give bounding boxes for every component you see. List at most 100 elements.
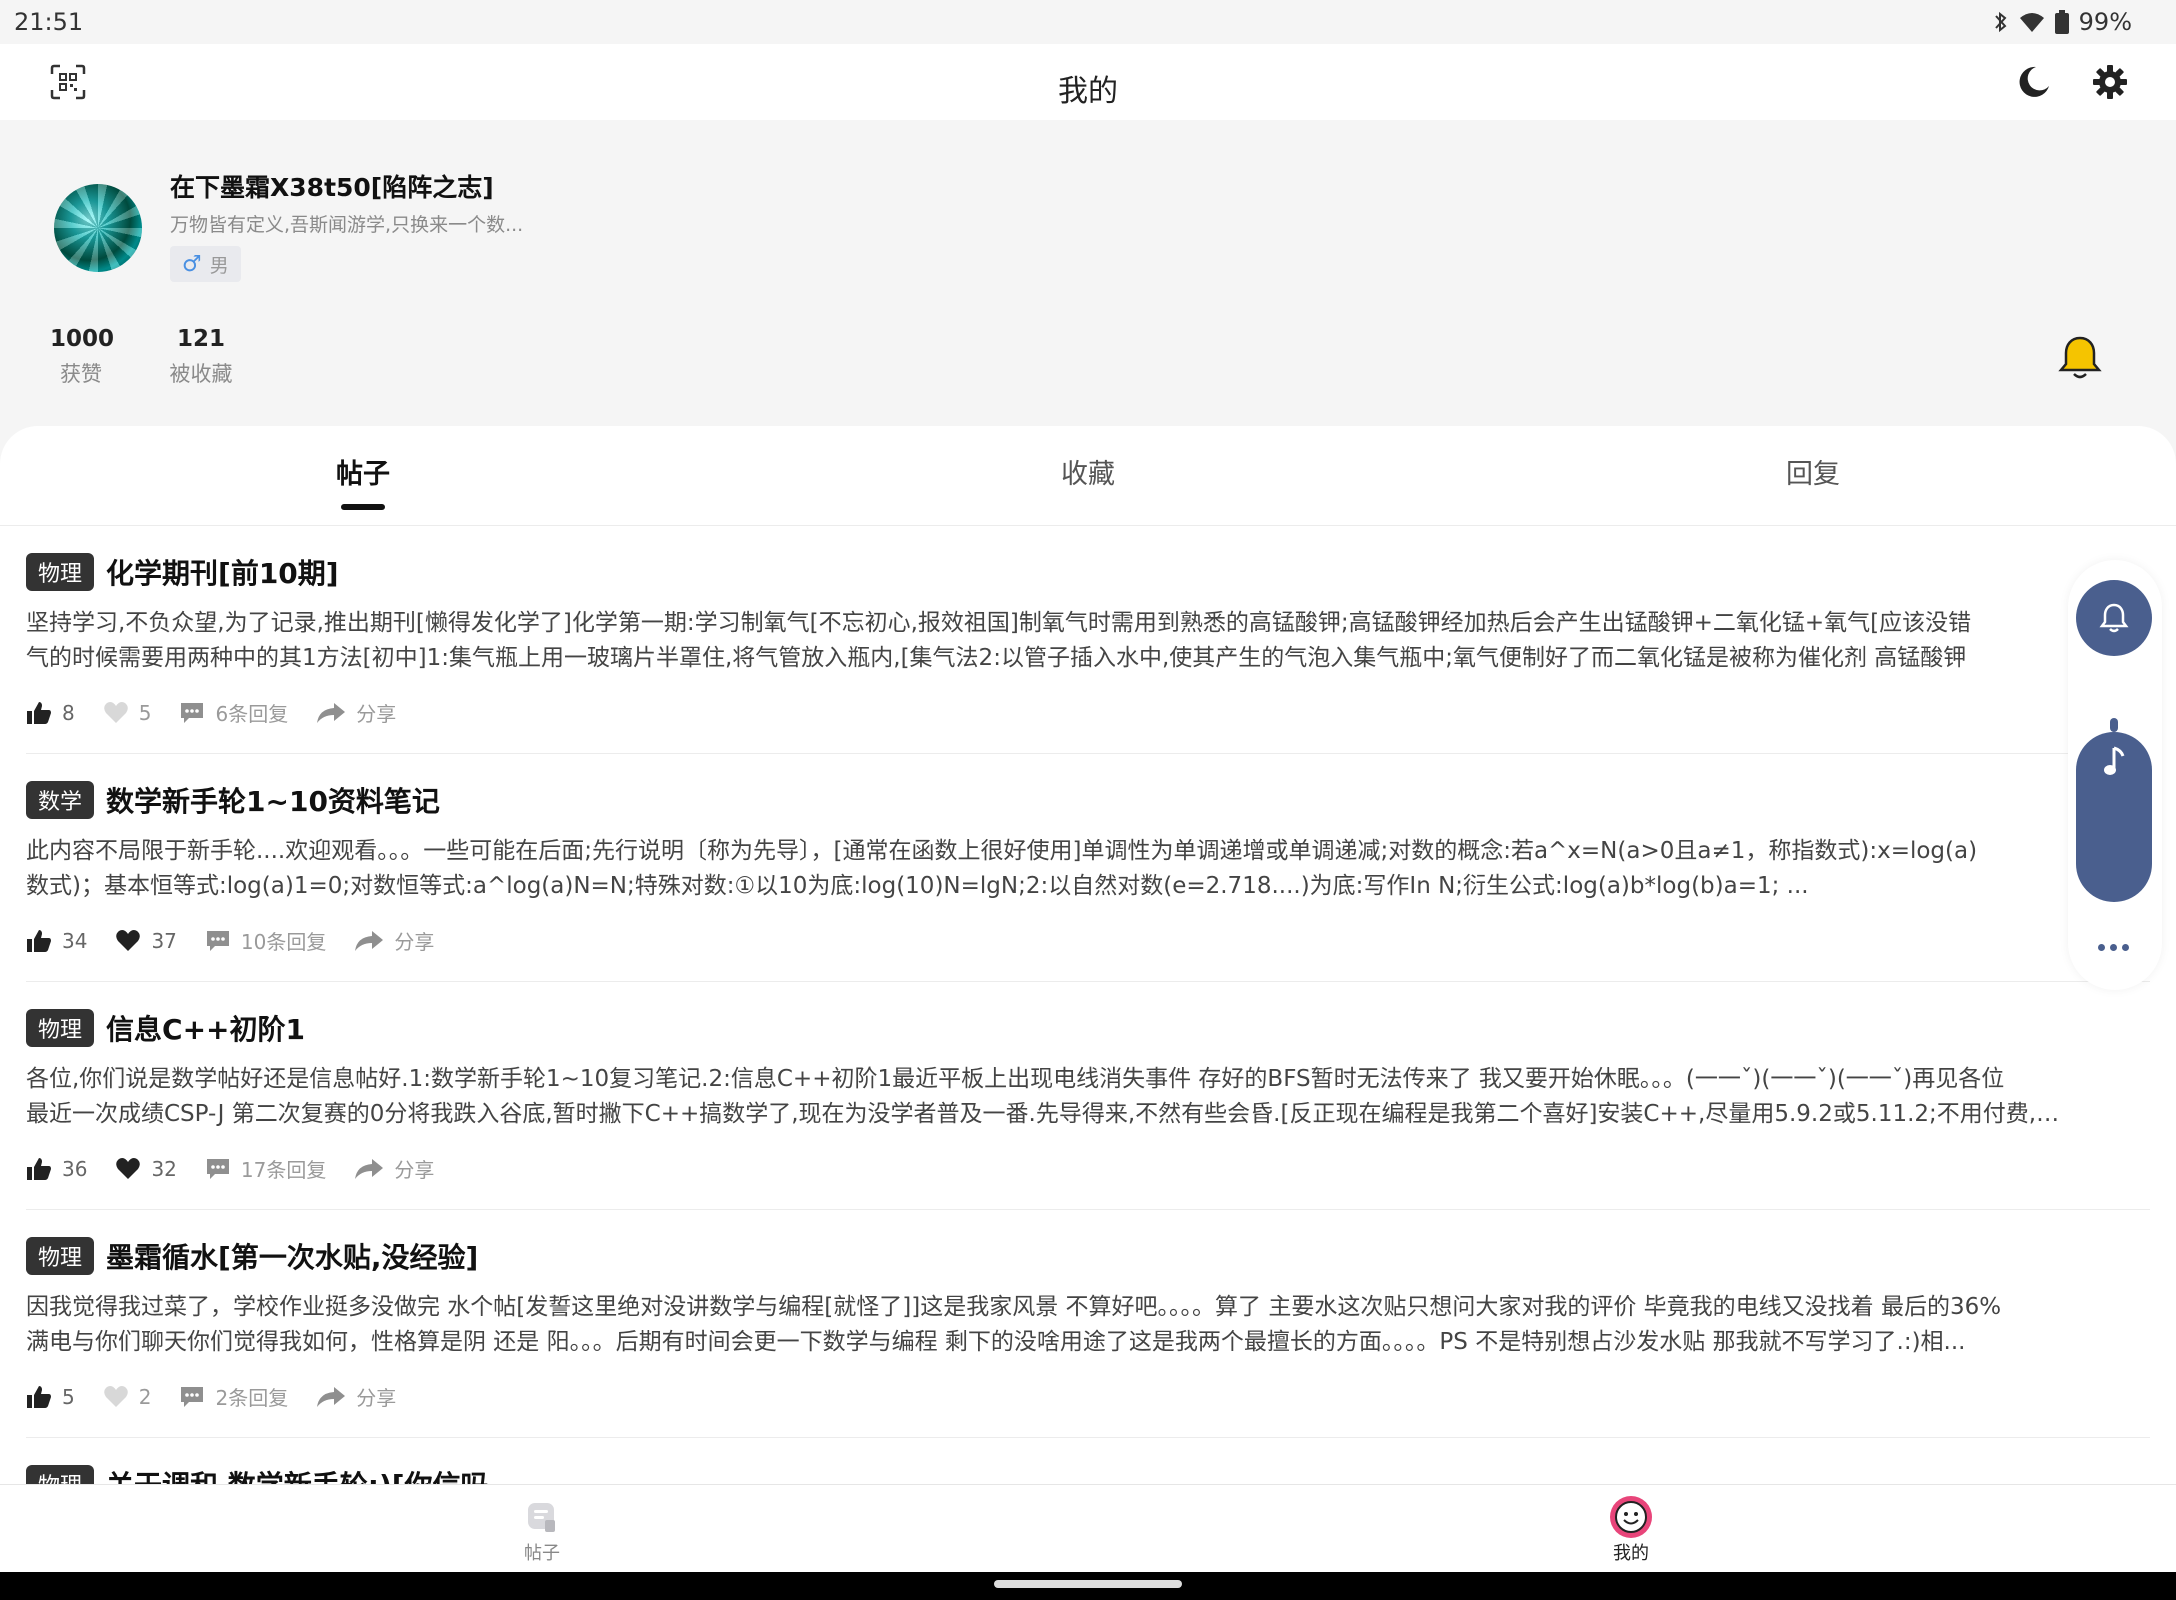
home-gesture-handle[interactable]	[994, 1580, 1182, 1588]
music-player-handle[interactable]	[2110, 718, 2118, 732]
status-time: 21:51	[14, 8, 84, 36]
heart-button[interactable]: 5	[103, 700, 152, 725]
share-arrow-icon	[355, 1158, 384, 1179]
share-arrow-icon	[317, 702, 346, 723]
status-bar: 21:51 99%	[0, 0, 2176, 44]
music-player-button[interactable]	[2076, 732, 2152, 902]
post-title[interactable]: 墨霜循水[第一次水贴,没经验]	[106, 1236, 478, 1276]
post-actions: 36 32 17条回复 分享	[26, 1154, 462, 1183]
like-count: 34	[62, 928, 88, 953]
heart-outline-icon	[103, 701, 128, 723]
tab-posts[interactable]: 帖子	[263, 452, 463, 491]
like-button[interactable]: 8	[26, 701, 75, 725]
thumbs-up-icon	[27, 929, 51, 952]
status-icons: 99%	[1993, 8, 2132, 36]
post-actions: 5 2 2条回复 分享	[26, 1382, 424, 1411]
wifi-icon	[2019, 11, 2045, 33]
more-options-icon[interactable]	[2098, 944, 2129, 951]
post-item[interactable]: 数学 数学新手轮1~10资料笔记 此内容不局限于新手轮....欢迎观看。。。一些…	[26, 754, 2150, 982]
post-category-tag: 物理	[26, 1465, 95, 1484]
post-title[interactable]: 数学新手轮1~10资料笔记	[106, 780, 440, 820]
reply-count: 2条回复	[215, 1386, 289, 1410]
heart-count: 5	[138, 700, 152, 725]
post-item[interactable]: 物理 墨霜循水[第一次水贴,没经验] 因我觉得我过菜了，学校作业挺多没做完 水个…	[26, 1210, 2150, 1438]
comment-icon	[181, 702, 204, 723]
share-button[interactable]: 分享	[354, 1154, 434, 1183]
reply-count: 6条回复	[215, 702, 289, 726]
post-excerpt-line: 满电与你们聊天你们觉得我如何，性格算是阴 还是 阳。。。后期有时间会更一下数学与…	[26, 1329, 1966, 1355]
post-item[interactable]: 物理 化学期刊[前10期] 坚持学习,不负众望,为了记录,推出期刊[懒得发化学了…	[26, 526, 2150, 754]
post-excerpt: 各位,你们说是数学帖好还是信息帖好.1:数学新手轮1~10复习笔记.2:信息C+…	[26, 1062, 2066, 1132]
post-title[interactable]: 信息C++初阶1	[106, 1008, 305, 1048]
settings-gear-icon[interactable]	[2088, 60, 2132, 104]
app-bar: 我的	[0, 44, 2176, 120]
page-title: 我的	[1058, 74, 1118, 109]
tab-favorites[interactable]: 收藏	[988, 452, 1188, 491]
dark-mode-moon-icon[interactable]	[2012, 60, 2056, 104]
share-button[interactable]: 分享	[316, 1382, 396, 1411]
reply-count: 17条回复	[240, 1158, 327, 1182]
reply-button[interactable]: 17条回复	[205, 1154, 326, 1183]
heart-filled-icon	[116, 929, 141, 951]
profile-section: 在下墨霜X38t50[陷阵之志] 万物皆有定义,吾斯闻游学,只换来一个数... …	[0, 120, 2176, 430]
share-button[interactable]: 分享	[316, 698, 396, 727]
like-button[interactable]: 5	[26, 1385, 75, 1409]
post-item[interactable]: 物理 关于调和 数学新手轮:)[你信吗	[26, 1438, 2150, 1484]
post-category-tag: 物理	[26, 553, 95, 591]
heart-button[interactable]: 32	[115, 1156, 177, 1181]
like-count: 5	[62, 1384, 75, 1409]
bluetooth-icon	[1993, 10, 2009, 34]
stat-likes[interactable]: 1000 获赞	[50, 326, 114, 388]
gender-label: 男	[209, 254, 229, 277]
like-button[interactable]: 36	[26, 1157, 87, 1181]
post-title[interactable]: 关于调和 数学新手轮:)[你信吗	[106, 1464, 489, 1484]
smiley-avatar-icon	[1571, 1495, 1691, 1539]
post-category-tag: 数学	[26, 781, 95, 819]
share-arrow-icon	[317, 1386, 346, 1407]
system-gesture-bar	[0, 1572, 2176, 1600]
share-arrow-icon	[355, 930, 384, 951]
thumbs-up-icon	[27, 701, 51, 724]
bell-icon	[2099, 603, 2129, 633]
stat-favorited[interactable]: 121 被收藏	[166, 326, 236, 388]
stat-favorited-label: 被收藏	[169, 362, 233, 386]
heart-button[interactable]: 2	[103, 1384, 152, 1409]
posts-nav-icon	[482, 1495, 602, 1539]
post-actions: 34 37 10条回复 分享	[26, 926, 462, 955]
post-excerpt-line: 各位,你们说是数学帖好还是信息帖好.1:数学新手轮1~10复习笔记.2:信息C+…	[26, 1066, 2005, 1092]
post-header: 物理 关于调和 数学新手轮:)[你信吗	[26, 1464, 489, 1484]
reply-button[interactable]: 6条回复	[179, 698, 288, 727]
bottom-navigation: 帖子 我的	[0, 1484, 2176, 1572]
post-header: 物理 墨霜循水[第一次水贴,没经验]	[26, 1236, 478, 1276]
heart-button[interactable]: 37	[115, 928, 177, 953]
reply-button[interactable]: 2条回复	[179, 1382, 288, 1411]
share-button[interactable]: 分享	[354, 926, 434, 955]
reply-button[interactable]: 10条回复	[205, 926, 326, 955]
thumbs-up-icon	[27, 1157, 51, 1180]
floating-bell-button[interactable]	[2076, 580, 2152, 656]
like-count: 8	[62, 700, 75, 725]
post-item[interactable]: 物理 信息C++初阶1 各位,你们说是数学帖好还是信息帖好.1:数学新手轮1~1…	[26, 982, 2150, 1210]
content-card: 帖子 收藏 回复 物理 化学期刊[前10期] 坚持学习,不负众望,为了记录,推出…	[0, 426, 2176, 1484]
nav-mine[interactable]: 我的	[1571, 1495, 1691, 1565]
tab-active-indicator	[341, 504, 385, 510]
heart-count: 32	[151, 1156, 177, 1181]
like-button[interactable]: 34	[26, 929, 87, 953]
avatar[interactable]	[54, 184, 142, 272]
post-category-tag: 物理	[26, 1009, 95, 1047]
share-label: 分享	[356, 702, 397, 726]
post-excerpt-line: 最近一次成绩CSP-J 第二次复赛的0分将我跌入谷底,暂时撇下C++搞数学了,现…	[26, 1101, 2066, 1127]
nav-posts[interactable]: 帖子	[482, 1495, 602, 1565]
gender-badge: ♂ 男	[170, 246, 241, 282]
post-excerpt-line: 数式)；基本恒等式:log(a)1=0;对数恒等式:a^log(a)N=N;特殊…	[26, 873, 1809, 899]
user-bio: 万物皆有定义,吾斯闻游学,只换来一个数...	[170, 214, 524, 236]
stat-favorited-value: 121	[176, 326, 225, 352]
battery-icon	[2054, 10, 2069, 34]
tab-replies[interactable]: 回复	[1713, 452, 1913, 491]
heart-count: 37	[151, 928, 177, 953]
post-title[interactable]: 化学期刊[前10期]	[106, 552, 339, 592]
thumbs-up-icon	[27, 1385, 51, 1408]
notification-bell-icon[interactable]	[2056, 334, 2104, 386]
heart-count: 2	[138, 1384, 152, 1409]
post-excerpt-line: 气的时候需要用两种中的其1方法[初中]1:集气瓶上用一玻璃片半罩住,将气管放入瓶…	[26, 645, 1967, 671]
